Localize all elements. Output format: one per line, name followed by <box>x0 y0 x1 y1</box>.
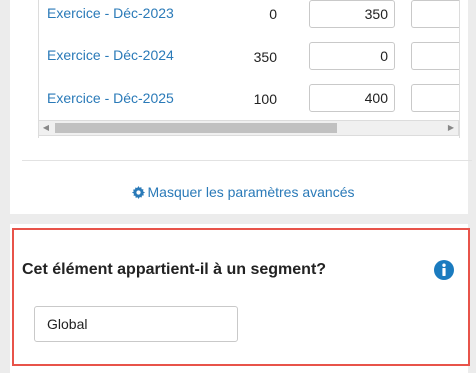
segment-question-label: Cet élément appartient-il à un segment? <box>22 261 327 278</box>
row-value: 350 <box>253 49 277 65</box>
divider <box>22 160 472 161</box>
segment-section-highlight: Cet élément appartient-il à un segment? … <box>12 228 470 366</box>
table-row: Exercice - Déc-2024 350 0 <box>39 38 459 80</box>
toggle-advanced-settings-link[interactable]: Masquer les paramètres avancés <box>10 184 476 202</box>
arrow-right-icon[interactable]: ▶ <box>444 121 458 135</box>
section-gap <box>0 214 476 224</box>
row-input-next[interactable] <box>411 84 459 112</box>
row-input[interactable]: 0 <box>309 42 395 70</box>
row-input[interactable]: 400 <box>309 84 395 112</box>
row-label-link[interactable]: Exercice - Déc-2025 <box>47 90 174 106</box>
horizontal-scrollbar[interactable]: ◀ ▶ <box>38 120 459 136</box>
row-label-link[interactable]: Exercice - Déc-2023 <box>47 5 174 21</box>
table-row: Exercice - Déc-2023 0 350 <box>39 0 459 38</box>
left-gutter <box>0 0 10 373</box>
arrow-left-icon[interactable]: ◀ <box>39 121 53 135</box>
row-input[interactable]: 350 <box>309 0 395 28</box>
yearly-values-table: Exercice - Déc-2023 0 350 Exercice - Déc… <box>38 0 460 138</box>
row-label-link[interactable]: Exercice - Déc-2024 <box>47 47 174 63</box>
row-input-next[interactable] <box>411 42 459 70</box>
row-value: 0 <box>269 6 277 22</box>
segment-select[interactable]: Global <box>34 306 238 342</box>
gear-icon <box>131 186 145 202</box>
row-input-next[interactable] <box>411 0 459 28</box>
info-icon[interactable] <box>434 260 454 280</box>
toggle-advanced-label: Masquer les paramètres avancés <box>147 184 355 200</box>
table-row: Exercice - Déc-2025 100 400 <box>39 81 459 123</box>
row-value: 100 <box>253 91 277 107</box>
scrollbar-thumb[interactable] <box>55 123 337 133</box>
